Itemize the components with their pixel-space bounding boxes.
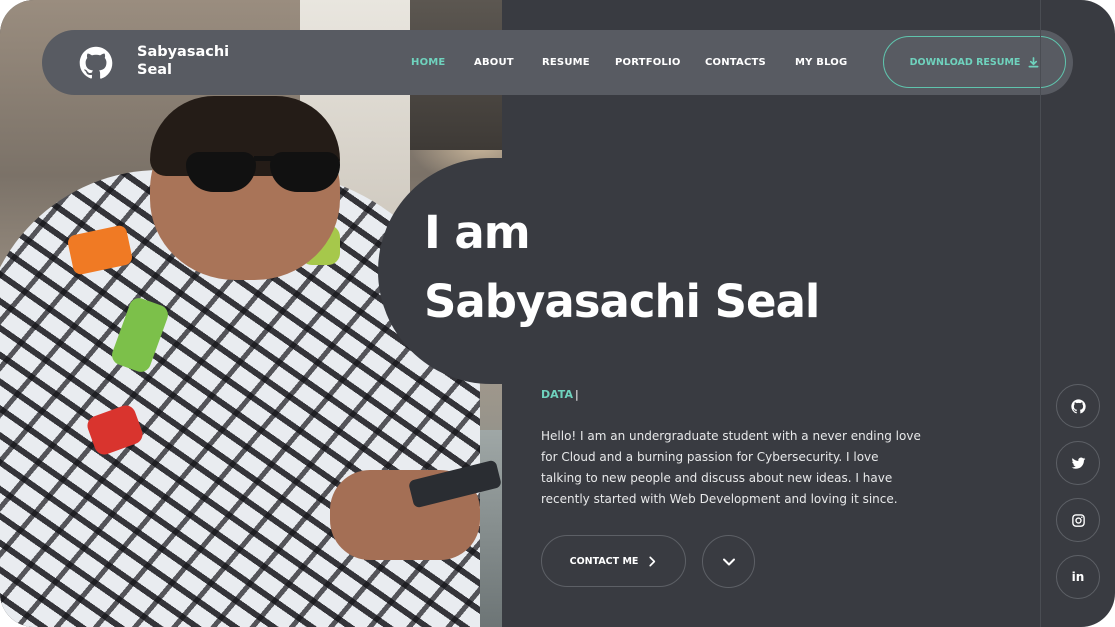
chevron-right-icon (649, 556, 656, 566)
chevron-down-icon (722, 558, 735, 565)
social-twitter-button[interactable] (1056, 441, 1100, 485)
scroll-down-button[interactable] (702, 535, 755, 588)
social-linkedin-button[interactable]: in (1056, 555, 1100, 599)
typing-caret: | (574, 388, 579, 401)
download-icon (1028, 56, 1039, 67)
hero-heading-line1: I am (424, 206, 531, 259)
nav-my-blog[interactable]: MY BLOG (795, 57, 847, 68)
contact-me-label: CONTACT ME (569, 555, 639, 567)
nav-home[interactable]: HOME (411, 57, 445, 68)
twitter-icon (1071, 457, 1085, 469)
nav-resume[interactable]: RESUME (542, 57, 590, 68)
typed-role: DATA | (541, 388, 579, 401)
sidebar-divider (1040, 0, 1041, 627)
nav-portfolio[interactable]: PORTFOLIO (615, 57, 681, 68)
typed-role-text: DATA (541, 388, 573, 401)
instagram-icon (1071, 513, 1085, 527)
nav-about[interactable]: ABOUT (474, 57, 514, 68)
github-icon[interactable] (79, 46, 113, 80)
social-instagram-button[interactable] (1056, 498, 1100, 542)
hero-backdrop (378, 158, 878, 384)
nav-contacts[interactable]: CONTACTS (705, 57, 766, 68)
download-resume-button[interactable]: DOWNLOAD RESUME (883, 36, 1066, 88)
brand-name-first: Sabyasachi (137, 44, 230, 60)
brand-name-last: Seal (137, 62, 173, 78)
download-resume-label: DOWNLOAD RESUME (909, 56, 1021, 68)
linkedin-icon: in (1071, 570, 1085, 584)
bio-paragraph: Hello! I am an undergraduate student wit… (541, 429, 921, 506)
github-icon (1070, 398, 1086, 413)
brand-name[interactable]: Sabyasachi Seal (137, 43, 267, 79)
hero-heading-name: Sabyasachi Seal (424, 275, 820, 328)
page-frame: Sabyasachi Seal HOME ABOUT RESUME PORTFO… (0, 0, 1115, 627)
social-github-button[interactable] (1056, 384, 1100, 428)
contact-me-button[interactable]: CONTACT ME (541, 535, 686, 587)
